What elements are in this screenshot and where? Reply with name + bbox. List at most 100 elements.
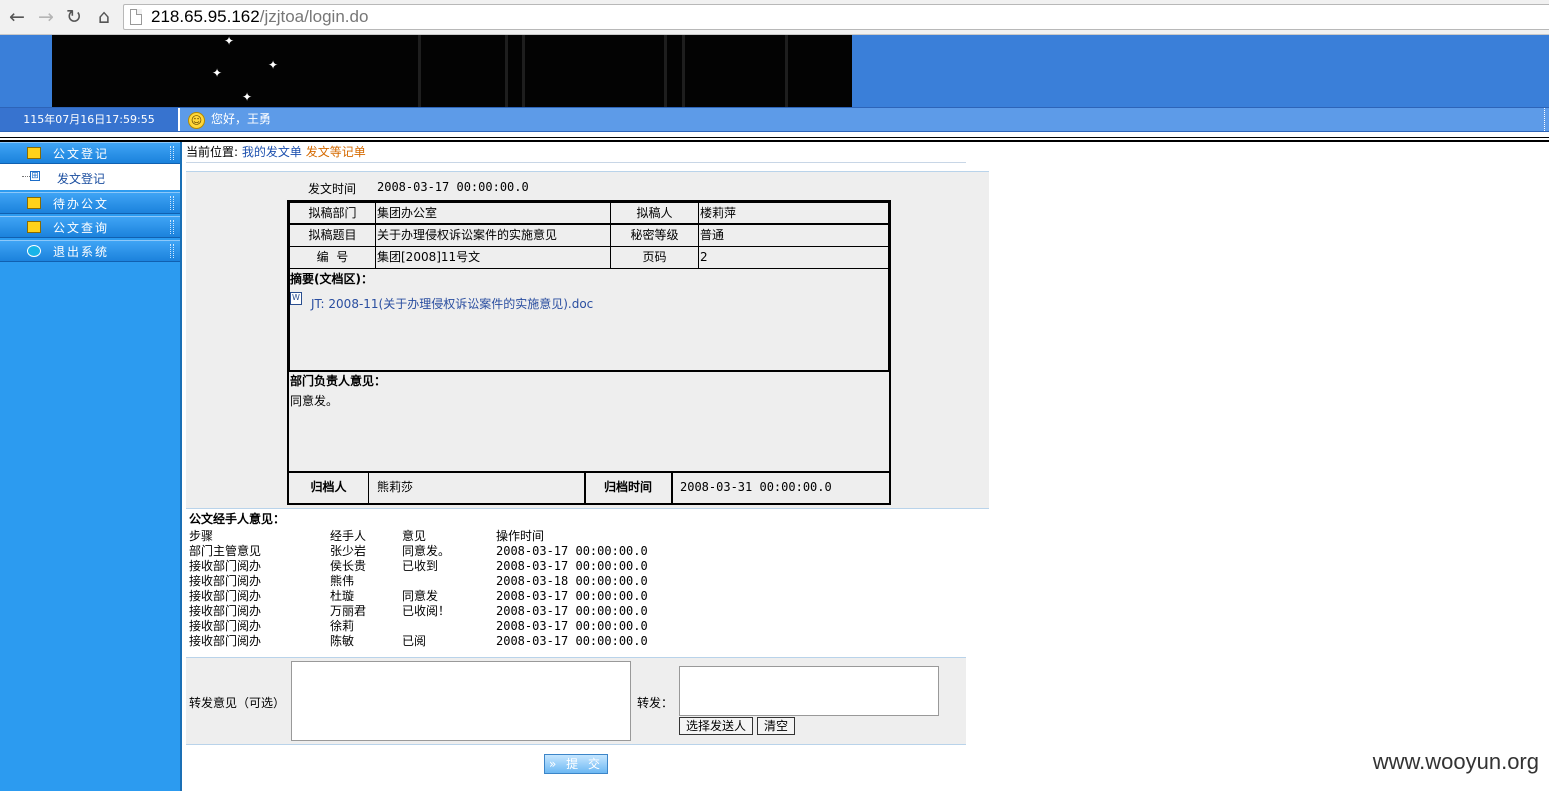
banner-image: ✦ ✦ ✦ ✦ [52,35,852,107]
breadcrumb-link-my-issues[interactable]: 我的发文单 [242,145,302,159]
table-row: 接收部门阅办 陈敏 已阅 2008-03-17 00:00:00.0 [189,634,749,649]
cell-time: 2008-03-17 00:00:00.0 [496,589,648,603]
cell-step: 接收部门阅办 [189,589,262,603]
cell-opinion: 已收阅！ [402,604,451,618]
star-decoration: ✦ [224,35,235,48]
star-decoration: ✦ [212,66,223,80]
divider [0,137,1549,138]
sidebar-item-pending-documents[interactable]: 待办公文 [0,192,180,214]
tree-expand-icon: ⊞ [30,171,40,181]
grip-icon [170,220,174,234]
cell-time: 2008-03-17 00:00:00.0 [496,544,648,558]
cell-opinion: 已阅 [402,634,427,648]
secret-level-value: 普通 [698,224,889,247]
select-recipient-button[interactable]: 选择发送人 [679,717,753,735]
cell-handler: 侯长贵 [330,559,367,573]
sidebar-subitem-issue-registration[interactable]: ⊞ 发文登记 [0,164,180,190]
sidebar-item-document-query[interactable]: 公文查询 [0,216,180,238]
grip-icon [170,146,174,160]
cell-handler: 陈敏 [330,634,355,648]
banner-stripe [522,35,525,107]
sidebar-item-label: 公文登记 [53,147,110,161]
url-host: 218.65.95.162 [151,7,260,26]
clear-button[interactable]: 清空 [757,717,795,735]
sidebar-item-document-registration[interactable]: 公文登记 [0,142,180,164]
sidebar-item-label: 公文查询 [53,221,110,235]
table-row: 部门主管意见 张少岩 同意发。 2008-03-17 00:00:00.0 [189,544,749,559]
cell-step: 接收部门阅办 [189,619,262,633]
tree-line [22,176,30,177]
watermark: www.wooyun.org [1372,749,1539,774]
cell-time: 2008-03-17 00:00:00.0 [496,619,648,633]
cell-step: 接收部门阅办 [189,634,262,648]
draft-dept-value: 集团办公室 [375,202,611,224]
cell-handler: 万丽君 [330,604,367,618]
folder-icon [27,197,41,209]
header-banner: ✦ ✦ ✦ ✦ [0,35,1549,107]
secret-level-label: 秘密等级 [610,224,699,247]
exit-icon [27,245,41,257]
banner-stripe [785,35,788,107]
sidebar-subitem-label: 发文登记 [57,172,106,186]
archive-time-label: 归档时间 [585,473,673,503]
table-row: 接收部门阅办 万丽君 已收阅！ 2008-03-17 00:00:00.0 [189,604,749,619]
address-bar[interactable]: 218.65.95.162/jzjtoa/login.do [123,4,1549,30]
pages-value: 2 [698,246,889,269]
grip-icon [170,196,174,210]
summary-title: 摘要(文档区)： [290,272,373,286]
attachment-link[interactable]: JT: 2008-11(关于办理侵权诉讼案件的实施意见).doc [311,295,593,312]
cell-step: 接收部门阅办 [189,604,262,618]
table-row: 接收部门阅办 徐莉 2008-03-17 00:00:00.0 [189,619,749,634]
forward-arrow-icon[interactable]: → [34,5,58,29]
sidebar: 公文登记 ⊞ 发文登记 待办公文 公文查询 退出系统 [0,142,182,791]
forward-recipients-input[interactable] [679,666,939,716]
submit-button[interactable]: » 提 交 [544,754,608,774]
cell-handler: 徐莉 [330,619,355,633]
url-text[interactable]: 218.65.95.162/jzjtoa/login.do [151,7,368,27]
banner-stripe [682,35,685,107]
forward-to-label: 转发： [637,696,674,710]
forward-opinion-label: 转发意见（可选） [189,696,286,710]
current-datetime: 115年07月16日17:59:55 [0,108,180,131]
forward-opinion-input[interactable] [291,661,631,741]
archiver-value: 熊莉莎 [368,473,586,503]
reload-icon[interactable]: ↻ [62,5,86,29]
sidebar-item-label: 待办公文 [53,197,110,211]
star-decoration: ✦ [242,90,253,104]
subject-value: 关于办理侵权诉讼案件的实施意见 [375,224,611,247]
info-bar: 115年07月16日17:59:55 ☺ 您好，王勇 [0,107,1549,132]
issue-time-value: 2008-03-17 00:00:00.0 [377,180,529,194]
page-icon [130,9,142,25]
drafter-value: 楼莉萍 [698,202,889,224]
bar-grip [1544,108,1549,131]
banner-stripe [418,35,421,107]
opinions-title: 公文经手人意见： [189,512,286,526]
cell-handler: 杜璇 [330,589,355,603]
col-time: 操作时间 [496,529,545,543]
table-row: 接收部门阅办 熊伟 2008-03-18 00:00:00.0 [189,574,749,589]
grip-icon [170,244,174,258]
col-step: 步骤 [189,529,214,543]
sidebar-item-logout[interactable]: 退出系统 [0,240,180,262]
table-row: 接收部门阅办 杜璇 同意发 2008-03-17 00:00:00.0 [189,589,749,604]
star-decoration: ✦ [268,58,279,72]
folder-icon [27,147,41,159]
summary-section [289,268,889,371]
cell-handler: 张少岩 [330,544,367,558]
cell-time: 2008-03-17 00:00:00.0 [496,604,648,618]
url-path: /jzjtoa/login.do [259,7,369,26]
back-arrow-icon[interactable]: ← [5,5,29,29]
cell-step: 接收部门阅办 [189,574,262,588]
sidebar-item-label: 退出系统 [53,245,110,259]
cell-opinion: 同意发 [402,589,439,603]
word-doc-icon: W [290,292,302,305]
number-value: 集团[2008]11号文 [375,246,611,269]
archive-time-value: 2008-03-31 00:00:00.0 [680,480,832,494]
drafter-label: 拟稿人 [610,202,699,224]
dept-head-opinion-title: 部门负责人意见： [290,374,387,388]
home-icon[interactable]: ⌂ [92,5,116,29]
table-row: 接收部门阅办 侯长贵 已收到 2008-03-17 00:00:00.0 [189,559,749,574]
cell-step: 部门主管意见 [189,544,262,558]
folder-icon [27,221,41,233]
browser-toolbar: ← → ↻ ⌂ 218.65.95.162/jzjtoa/login.do [0,0,1549,35]
